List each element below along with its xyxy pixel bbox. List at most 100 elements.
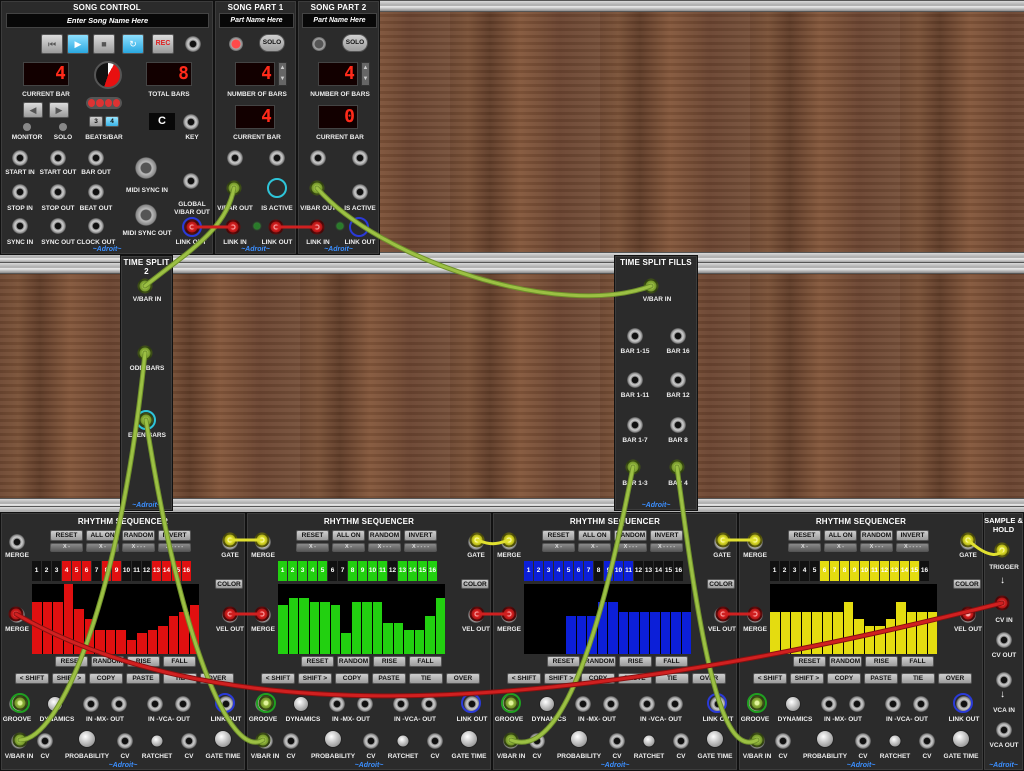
mx-in-jack[interactable] [83, 696, 99, 712]
cable-plug-green[interactable] [669, 459, 685, 475]
step-toggle[interactable]: 4 [62, 561, 71, 581]
step-toggle[interactable]: 5 [810, 561, 819, 581]
velocity-bar[interactable] [822, 612, 832, 654]
velocity-bar[interactable] [566, 615, 576, 654]
step-jack[interactable] [269, 150, 285, 166]
color-button[interactable]: COLOR [707, 579, 735, 589]
step-toggle[interactable]: 16 [182, 561, 191, 581]
pattern-select[interactable]: X - - - [614, 543, 647, 552]
velocity-bar[interactable] [791, 612, 801, 654]
rise-button[interactable]: RISE [373, 656, 406, 667]
midi-sync-out-port[interactable] [135, 204, 157, 226]
cv-jack[interactable] [775, 733, 791, 749]
step-toggle[interactable]: 5 [318, 561, 327, 581]
cable-plug-yellow[interactable] [222, 532, 238, 548]
step-toggle[interactable]: 12 [634, 561, 643, 581]
velocity-bar[interactable] [95, 629, 105, 654]
all-on-button[interactable]: ALL ON [578, 530, 611, 541]
cable-plug-green[interactable] [137, 345, 153, 361]
cable-plug-red[interactable] [715, 606, 731, 622]
random-button[interactable]: RANDOM [122, 530, 155, 541]
cv-jack[interactable] [363, 733, 379, 749]
velocity-bar[interactable] [63, 584, 73, 654]
velocity-bar[interactable] [875, 626, 885, 654]
cable-plug-green[interactable] [309, 180, 325, 196]
step-toggle[interactable]: 4 [308, 561, 317, 581]
cable-plug-green[interactable] [226, 180, 242, 196]
record-arm-button[interactable] [229, 37, 243, 51]
bar-8-jack[interactable] [670, 417, 686, 433]
step-toggle[interactable]: 11 [870, 561, 879, 581]
all-on-button[interactable]: ALL ON [86, 530, 119, 541]
velocity-bar[interactable] [833, 612, 843, 654]
monitor-toggle[interactable] [23, 123, 31, 131]
color-button[interactable]: COLOR [953, 579, 981, 589]
step-toggle[interactable]: 8 [594, 561, 603, 581]
song-name-field[interactable]: Enter Song Name Here [6, 13, 209, 28]
vca-in-jack[interactable] [885, 696, 901, 712]
over-button[interactable]: OVER [446, 673, 480, 684]
velocity-bar[interactable] [288, 598, 298, 654]
ramp-jack[interactable] [310, 150, 326, 166]
velocity-bar[interactable] [126, 640, 136, 654]
part-name-field[interactable]: Part Name Here [219, 13, 294, 28]
reset-button[interactable]: RESET [55, 656, 88, 667]
step-toggle[interactable]: 6 [328, 561, 337, 581]
tie-button[interactable]: TIE [655, 673, 689, 684]
beats-4-button[interactable]: 4 [105, 116, 119, 127]
cable-plug-red[interactable] [222, 606, 238, 622]
velocity-bar[interactable] [299, 598, 309, 654]
paste-button[interactable]: PASTE [126, 673, 160, 684]
all-on-button[interactable]: ALL ON [332, 530, 365, 541]
step-toggle[interactable]: 16 [920, 561, 929, 581]
invert-button[interactable]: INVERT [896, 530, 929, 541]
velocity-bar[interactable] [587, 615, 597, 654]
tie-button[interactable]: TIE [409, 673, 443, 684]
velocity-bar[interactable] [372, 601, 382, 654]
pattern-select[interactable]: X - [296, 543, 329, 552]
copy-button[interactable]: COPY [89, 673, 123, 684]
color-button[interactable]: COLOR [215, 579, 243, 589]
bar-16-jack[interactable] [670, 328, 686, 344]
velocity-bar[interactable] [189, 605, 199, 654]
step-toggle[interactable]: 14 [408, 561, 417, 581]
pattern-select[interactable]: X - - - - [650, 543, 683, 552]
velocity-bar[interactable] [383, 622, 393, 654]
step-toggle[interactable]: 9 [112, 561, 121, 581]
probability-knob[interactable] [324, 730, 342, 748]
dynamics-knob[interactable] [47, 696, 63, 712]
start-in-jack[interactable] [12, 150, 28, 166]
cable-plug-yellow[interactable] [747, 532, 763, 548]
cv-jack[interactable] [529, 733, 545, 749]
step-toggle[interactable]: 7 [338, 561, 347, 581]
rise-button[interactable]: RISE [865, 656, 898, 667]
cable-plug-yellow[interactable] [994, 542, 1010, 558]
velocity-bar[interactable] [341, 633, 351, 654]
velocity-bar[interactable] [576, 615, 586, 654]
shift-r-button[interactable]: SHIFT > [544, 673, 578, 684]
cable-plug-red[interactable] [747, 606, 763, 622]
paste-button[interactable]: PASTE [372, 673, 406, 684]
vca-out-jack[interactable] [913, 696, 929, 712]
merge-jack[interactable] [9, 534, 25, 550]
ramp-jack[interactable] [227, 150, 243, 166]
bar-1-11-jack[interactable] [627, 372, 643, 388]
invert-button[interactable]: INVERT [158, 530, 191, 541]
cable-plug-green[interactable] [255, 732, 271, 748]
step-toggle[interactable]: 14 [654, 561, 663, 581]
copy-button[interactable]: COPY [827, 673, 861, 684]
reset-button[interactable]: RESET [301, 656, 334, 667]
pattern-select[interactable]: X - [824, 543, 857, 552]
velocity-bar[interactable] [179, 612, 189, 654]
solo-toggle[interactable] [59, 123, 67, 131]
dynamics-knob[interactable] [785, 696, 801, 712]
paste-button[interactable]: PASTE [618, 673, 652, 684]
bar-1-7-jack[interactable] [627, 417, 643, 433]
cable-plug-red[interactable] [225, 219, 241, 235]
velocity-bar[interactable] [885, 619, 895, 654]
sync-out-jack[interactable] [50, 218, 66, 234]
mx-out-jack[interactable] [111, 696, 127, 712]
step-toggle[interactable]: 7 [92, 561, 101, 581]
cable-plug-red[interactable] [501, 606, 517, 622]
step-toggle[interactable]: 3 [298, 561, 307, 581]
